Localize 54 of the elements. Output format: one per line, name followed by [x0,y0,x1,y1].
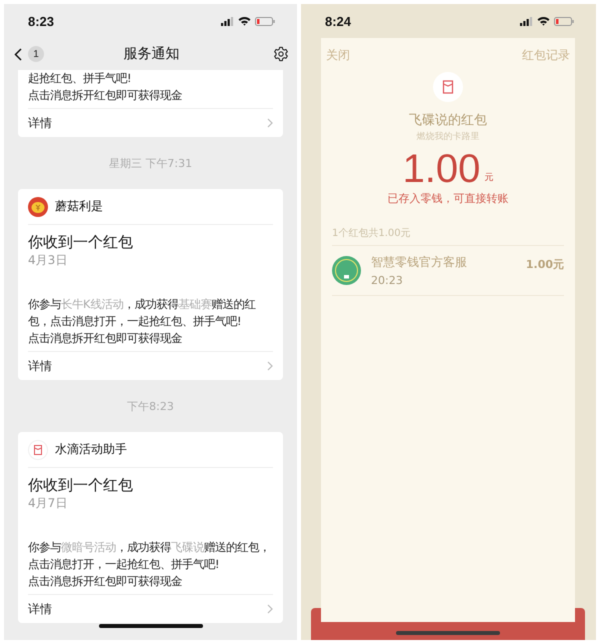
unread-count-badge: 1 [28,46,44,62]
packet-sender-title: 飞碟说的红包 [409,112,487,129]
details-label: 详情 [28,358,52,374]
chevron-icon [267,604,273,614]
status-time: 8:24 [325,14,352,28]
message-text: 点击消息拆开红包即可获得现金 [28,88,183,104]
wifi-icon [238,16,251,26]
battery-icon [255,16,275,26]
receiver-name: 智慧零钱官方客服 [371,254,468,271]
details-link[interactable]: 详情 [28,108,273,137]
message-card[interactable]: 蘑菇利是 你收到一个红包 4月3日 你参与长牛K线活动，成功获得基础赛赠送的红包，点击消息打开，一起抢红包、拼手气吧! 点击消息拆开红包即可获得现金 详情 [18,189,283,380]
message-card[interactable]: 起抢红包、拼手气吧! 点击消息拆开红包即可获得现金 详情 [18,70,283,137]
packet-summary: 1个红包共1.00元 [332,226,564,246]
timestamp: 星期三 下午7:31 [108,156,192,170]
details-label: 详情 [28,114,52,132]
message-date: 4月3日 [28,252,68,268]
back-icon [14,48,22,60]
packet-amount: 1.00 [402,149,480,189]
service-avatar-icon [332,256,361,285]
amount-unit: 元 [484,172,494,184]
back-button[interactable]: 1 [14,46,44,62]
message-text: 起抢红包、拼手气吧! [28,71,133,87]
chevron-icon [267,361,273,371]
home-indicator[interactable] [98,624,202,628]
screen-title: 服务通知 [124,45,180,63]
envelope-icon [433,72,463,102]
details-link[interactable]: 详情 [28,594,273,623]
details-link[interactable]: 详情 [28,351,273,380]
packet-greeting: 燃烧我的卡路里 [416,130,480,143]
sender-name: 蘑菇利是 [55,198,103,215]
message-card[interactable]: 水滴活动助手 你收到一个红包 4月7日 你参与微暗号活动，成功获得飞碟说赠送的红包，点击消息打开，一起抢红包、拼手气吧! 点击消息拆开红包即可获得现金 详情 [18,432,283,623]
message-text: 点击消息拆开红包即可获得现金 [28,331,183,347]
signal-icon [221,16,234,26]
message-text: 你参与微暗号活动，成功获得飞碟说赠送的红包，点击消息打开，一起抢红包、拼手气吧! [28,540,271,573]
status-time: 8:23 [28,14,54,28]
message-date: 4月7日 [28,495,68,511]
signal-icon [520,16,533,26]
deposit-note: 已存入零钱，可直接转账 [388,191,508,206]
message-text: 点击消息拆开红包即可获得现金 [28,574,183,590]
wifi-icon [537,16,550,26]
receive-time: 20:23 [371,274,404,287]
coin-avatar-icon [28,196,48,216]
timestamp: 下午8:23 [127,398,174,414]
settings-icon[interactable] [273,46,289,62]
received-amount: 1.00元 [526,257,564,272]
battery-icon [554,16,574,26]
message-title: 你收到一个红包 [28,475,134,495]
chevron-icon [267,118,273,128]
envelope-avatar-icon [28,440,48,460]
message-title: 你收到一个红包 [28,232,134,252]
sender-name: 水滴活动助手 [55,441,127,458]
details-label: 详情 [28,600,52,618]
home-indicator[interactable] [396,631,500,635]
message-text: 你参与长牛K线活动，成功获得基础赛赠送的红包，点击消息打开，一起抢红包、拼手气吧! [28,297,257,330]
